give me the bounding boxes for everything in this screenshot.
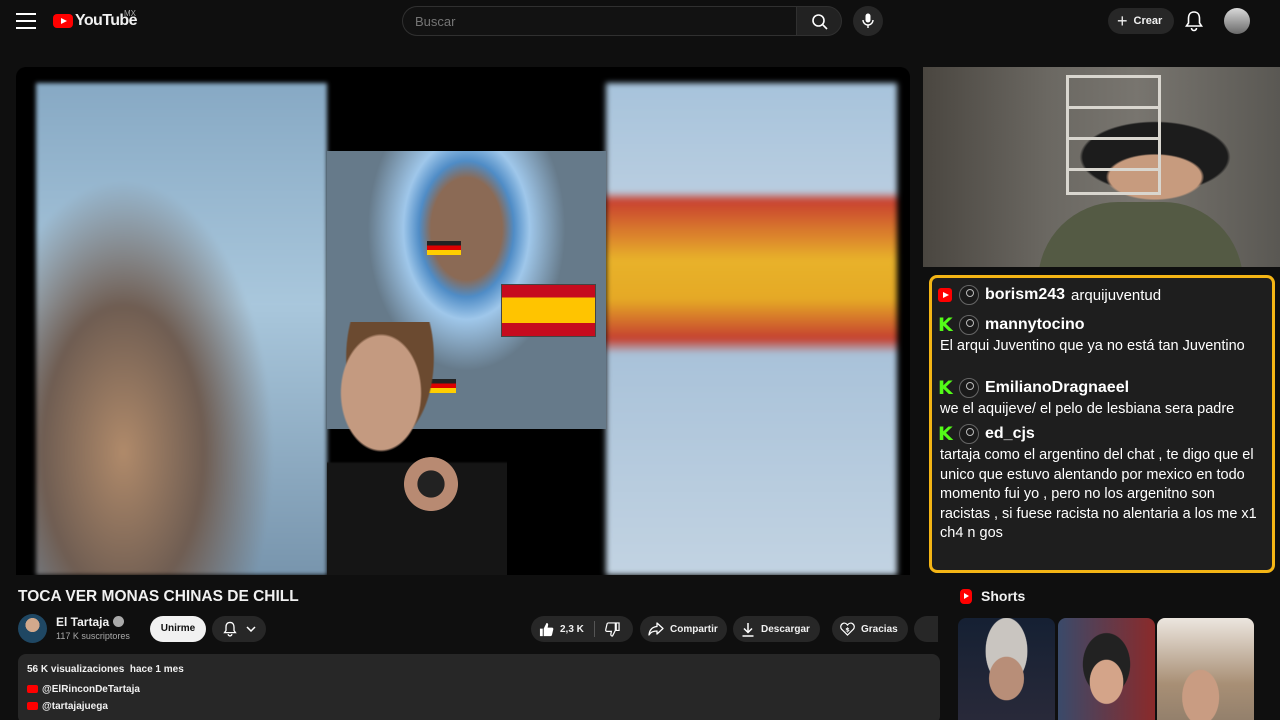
like-button[interactable]: 2,3 K xyxy=(531,621,595,637)
super-thanks-icon: $ xyxy=(840,622,855,636)
chat-message: borism243 arquijuventud xyxy=(938,284,1266,306)
spain-flag-image xyxy=(501,284,596,337)
notifications-dropdown-button[interactable] xyxy=(212,616,266,642)
share-icon xyxy=(648,622,664,636)
notifications-bell-icon[interactable] xyxy=(1184,10,1204,32)
chat-text: arquijuventud xyxy=(1071,286,1162,304)
channel-link[interactable]: @tartajajuega xyxy=(27,700,931,712)
thumbs-up-icon xyxy=(539,622,554,636)
download-label: Descargar xyxy=(761,623,810,635)
youtube-play-icon xyxy=(53,14,73,28)
account-avatar[interactable] xyxy=(1224,8,1250,34)
chat-user-avatar xyxy=(959,315,979,335)
video-frame-right-blurred xyxy=(606,83,897,575)
microphone-hand-image xyxy=(401,457,461,517)
youtube-icon xyxy=(27,685,38,693)
live-chat-overlay: borism243 arquijuventud K mannytocino El… xyxy=(929,275,1275,573)
download-icon xyxy=(742,622,754,637)
view-count: 56 K visualizaciones xyxy=(27,664,125,675)
dislike-button[interactable] xyxy=(595,621,626,637)
join-button[interactable]: Unirme xyxy=(150,616,206,642)
microphone-icon xyxy=(862,13,874,28)
germany-flag-image xyxy=(427,241,461,255)
streamer-body xyxy=(1038,202,1243,267)
subscriber-count: 117 K suscriptores xyxy=(56,631,130,641)
chat-message: K ed_cjs xyxy=(938,423,1266,445)
chat-username: ed_cjs xyxy=(985,425,1035,442)
channel-link[interactable]: @ElRinconDeTartaja xyxy=(27,683,931,695)
svg-text:$: $ xyxy=(845,625,850,633)
like-dislike-group: 2,3 K xyxy=(531,616,633,642)
chat-username: EmilianoDragnaeel xyxy=(985,378,1130,396)
youtube-icon xyxy=(27,702,38,710)
shorts-icon xyxy=(960,588,972,604)
description-box[interactable]: 56 K visualizaciones hace 1 mes @ElRinco… xyxy=(18,654,940,720)
channel-name-link[interactable]: El Tartaja xyxy=(56,615,125,629)
video-player[interactable] xyxy=(16,67,910,575)
thanks-button[interactable]: $ Gracias xyxy=(832,616,908,642)
video-metadata: 56 K visualizaciones hace 1 mes xyxy=(27,664,931,675)
plus-icon: + xyxy=(1117,11,1128,31)
channel-name: El Tartaja xyxy=(56,615,110,629)
like-count: 2,3 K xyxy=(560,623,584,635)
shorts-section-header: Shorts xyxy=(960,588,1025,604)
short-thumbnail[interactable] xyxy=(1058,618,1155,720)
more-actions-button[interactable] xyxy=(914,616,938,642)
kick-icon: K xyxy=(938,314,953,336)
shorts-heading: Shorts xyxy=(981,588,1026,604)
menu-icon[interactable] xyxy=(16,13,36,29)
short-thumbnail[interactable] xyxy=(958,618,1055,720)
webcam-overlay xyxy=(923,67,1280,267)
youtube-icon xyxy=(938,288,952,302)
chat-user-avatar xyxy=(959,285,979,305)
search-button[interactable] xyxy=(796,6,842,36)
channel-handle: @tartajajuega xyxy=(42,700,108,712)
background-shelf xyxy=(1066,75,1161,195)
video-title: TOCA VER MONAS CHINAS DE CHILL xyxy=(18,588,299,605)
video-presenter xyxy=(327,322,507,575)
search-icon xyxy=(812,14,828,30)
chat-text: we el aquijeve/ el pelo de lesbiana sera… xyxy=(940,400,1235,417)
kick-icon: K xyxy=(938,376,953,399)
share-label: Compartir xyxy=(670,623,718,635)
download-button[interactable]: Descargar xyxy=(733,616,820,642)
chat-message: K mannytocino xyxy=(938,314,1266,336)
create-label: Crear xyxy=(1133,15,1163,27)
share-button[interactable]: Compartir xyxy=(640,616,727,642)
short-thumbnail[interactable] xyxy=(1157,618,1254,720)
chat-username: borism243 xyxy=(985,286,1066,303)
kick-icon: K xyxy=(938,423,953,445)
thumbs-down-icon xyxy=(605,621,620,637)
video-frame-left-blurred xyxy=(36,83,327,575)
channel-handle: @ElRinconDeTartaja xyxy=(42,683,140,695)
create-button[interactable]: + Crear xyxy=(1108,8,1174,34)
search-input[interactable] xyxy=(402,6,797,36)
chat-text: tartaja como el argentino del chat , te … xyxy=(940,447,1257,541)
chat-username: mannytocino xyxy=(985,316,1085,333)
chat-user-avatar xyxy=(959,424,979,444)
verified-badge-icon xyxy=(113,616,125,627)
chat-text: El arqui Juventino que ya no está tan Ju… xyxy=(940,338,1245,354)
chat-user-avatar xyxy=(959,377,979,398)
bell-icon xyxy=(223,621,237,637)
chevron-down-icon xyxy=(246,626,256,632)
voice-search-button[interactable] xyxy=(853,6,883,36)
chat-message: K EmilianoDragnaeel xyxy=(938,377,1266,399)
channel-avatar[interactable] xyxy=(18,614,47,643)
masthead: YouTube MX + Crear xyxy=(0,0,1280,42)
region-code: MX xyxy=(124,9,136,18)
upload-date: hace 1 mes xyxy=(129,664,184,675)
thanks-label: Gracias xyxy=(861,623,898,635)
